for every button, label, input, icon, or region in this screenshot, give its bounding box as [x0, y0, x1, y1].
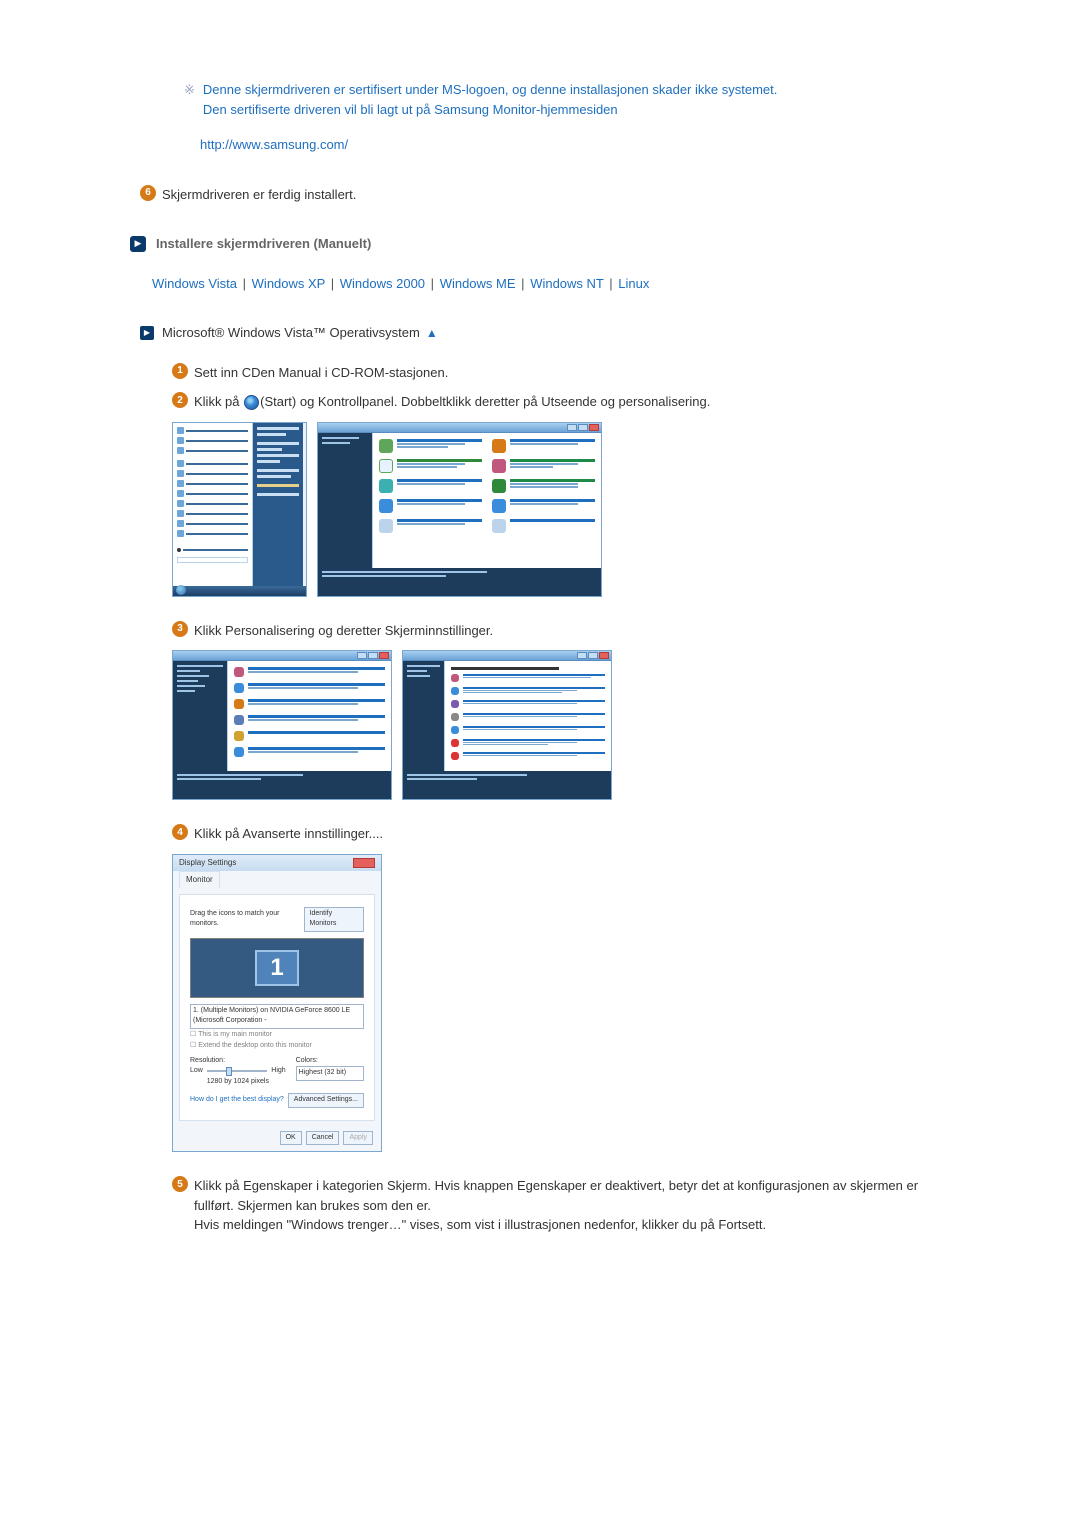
colors-select: Highest (32 bit)	[296, 1066, 364, 1081]
vista-step-5: 5 Klikk på Egenskaper i kategorien Skjer…	[172, 1176, 940, 1235]
vista-step-1: 1 Sett inn CDen Manual i CD-ROM-stasjone…	[172, 363, 940, 383]
note-line-2: Den sertifiserte driveren vil bli lagt u…	[203, 102, 618, 117]
badge-2: 2	[172, 392, 188, 408]
monitor-preview-area: 1	[190, 938, 364, 998]
triangle-up-icon[interactable]: ▲	[426, 324, 438, 342]
vista-step-3: 3 Klikk Personalisering og deretter Skje…	[172, 621, 940, 641]
vista-step-2-text: Klikk på (Start) og Kontrollpanel. Dobbe…	[194, 392, 710, 412]
slider-low: Low	[190, 1066, 203, 1077]
dialog-buttons: OK Cancel Apply	[173, 1127, 381, 1152]
badge-4: 4	[172, 824, 188, 840]
close-icon	[379, 652, 389, 659]
dialog-title: Display Settings	[179, 857, 236, 869]
vista-os-title-row: ▶ Microsoft® Windows Vista™ Operativsyst…	[140, 323, 940, 343]
link-nt[interactable]: Windows NT	[530, 276, 603, 291]
resolution-value: 1280 by 1024 pixels	[190, 1077, 286, 1088]
advanced-settings-button: Advanced Settings...	[288, 1093, 364, 1108]
badge-1: 1	[172, 363, 188, 379]
vista-step-2: 2 Klikk på (Start) og Kontrollpanel. Dob…	[172, 392, 940, 412]
note-line-1: Denne skjermdriveren er sertifisert unde…	[203, 82, 777, 97]
control-panel-screenshot	[317, 422, 602, 597]
sep: |	[521, 276, 524, 291]
main-monitor-checkbox: ☐ This is my main monitor	[190, 1030, 364, 1041]
ok-button: OK	[280, 1131, 302, 1146]
best-display-link: How do I get the best display?	[190, 1095, 284, 1106]
close-icon	[589, 424, 599, 431]
monitor-tab: Monitor	[179, 871, 220, 888]
badge-6: 6	[140, 185, 156, 201]
step-6-row: 6 Skjermdriveren er ferdig installert.	[140, 185, 940, 205]
monitor-1-icon: 1	[255, 950, 299, 986]
step-6-text: Skjermdriveren er ferdig installert.	[162, 185, 356, 205]
screenshot-group-1	[172, 422, 940, 597]
resolution-slider: Low High	[190, 1066, 286, 1077]
slider-high: High	[271, 1066, 285, 1077]
manual-install-title: Installere skjermdriveren (Manuelt)	[156, 234, 371, 254]
samsung-url-link[interactable]: http://www.samsung.com/	[200, 137, 348, 152]
display-settings-dialog: Display Settings Monitor Drag the icons …	[172, 854, 382, 1153]
start-menu-right	[253, 423, 303, 588]
drag-text: Drag the icons to match your monitors.	[190, 909, 304, 930]
colors-label: Colors:	[296, 1056, 364, 1067]
badge-3: 3	[172, 621, 188, 637]
sep: |	[331, 276, 334, 291]
sep: |	[431, 276, 434, 291]
link-linux[interactable]: Linux	[618, 276, 649, 291]
apply-button: Apply	[343, 1131, 373, 1146]
start-orb-icon	[244, 395, 259, 410]
link-xp[interactable]: Windows XP	[252, 276, 325, 291]
close-icon	[599, 652, 609, 659]
badge-5: 5	[172, 1176, 188, 1192]
link-vista[interactable]: Windows Vista	[152, 276, 237, 291]
sep: |	[243, 276, 246, 291]
vista-step-1-text: Sett inn CDen Manual i CD-ROM-stasjonen.	[194, 363, 448, 383]
sub-arrow-icon: ▶	[140, 326, 154, 340]
monitor-select: 1. (Multiple Monitors) on NVIDIA GeForce…	[190, 1004, 364, 1029]
vista-step-3-text: Klikk Personalisering og deretter Skjerm…	[194, 621, 493, 641]
start-menu-screenshot	[172, 422, 307, 597]
resolution-label: Resolution:	[190, 1056, 286, 1067]
step2-suffix: (Start) og Kontrollpanel. Dobbeltklikk d…	[260, 394, 710, 409]
vista-step-4: 4 Klikk på Avanserte innstillinger....	[172, 824, 940, 844]
manual-install-header: ▶ Installere skjermdriveren (Manuelt)	[130, 234, 940, 254]
vista-step-4-text: Klikk på Avanserte innstillinger....	[194, 824, 383, 844]
cp-bottom-task	[318, 568, 601, 596]
os-links-row: Windows Vista | Windows XP | Windows 200…	[152, 274, 940, 294]
cancel-button: Cancel	[306, 1131, 340, 1146]
arrow-box-icon: ▶	[130, 236, 146, 252]
dialog-titlebar: Display Settings	[173, 855, 381, 871]
window-titlebar	[318, 423, 601, 433]
asterisk-icon: ※	[184, 80, 195, 100]
vista-os-title: Microsoft® Windows Vista™ Operativsystem	[162, 323, 420, 343]
extend-desktop-checkbox: ☐ Extend the desktop onto this monitor	[190, 1041, 364, 1052]
sep: |	[609, 276, 612, 291]
link-2000[interactable]: Windows 2000	[340, 276, 425, 291]
screenshot-group-2	[172, 650, 940, 800]
start-menu-left	[173, 423, 253, 588]
vista-step-5-text: Klikk på Egenskaper i kategorien Skjerm.…	[194, 1176, 940, 1235]
link-me[interactable]: Windows ME	[440, 276, 516, 291]
start-orb-icon	[176, 585, 186, 595]
certification-note: ※ Denne skjermdriveren er sertifisert un…	[184, 80, 940, 155]
step2-prefix: Klikk på	[194, 394, 243, 409]
personalization-panel-screenshot	[402, 650, 612, 800]
appearance-panel-screenshot	[172, 650, 392, 800]
identify-monitors-button: Identify Monitors	[304, 907, 365, 932]
close-icon	[353, 858, 375, 868]
